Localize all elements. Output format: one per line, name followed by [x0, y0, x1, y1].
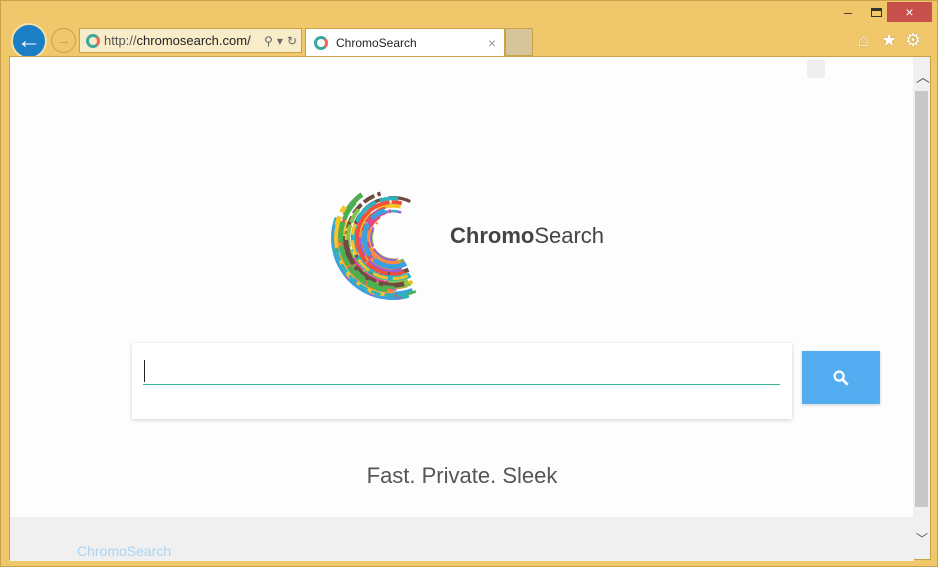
forward-button[interactable]: →: [51, 28, 76, 53]
footer: ChromoSearch: [10, 517, 914, 561]
scroll-up-icon[interactable]: ︿: [916, 67, 930, 87]
new-tab-button[interactable]: [505, 28, 533, 56]
maximize-icon: [870, 8, 882, 17]
url-prefix: http://: [104, 33, 137, 48]
site-favicon: [86, 33, 100, 48]
url-text[interactable]: http://chromosearch.com/: [104, 33, 260, 48]
tab-favicon: [314, 35, 328, 50]
footer-link[interactable]: ChromoSearch: [77, 543, 171, 559]
brand-bold: Chromo: [450, 223, 535, 248]
background-image-icon[interactable]: [807, 60, 825, 78]
search-icon[interactable]: ⚲: [264, 34, 273, 48]
search-icon: [833, 370, 849, 386]
settings-icon[interactable]: ⚙: [905, 30, 921, 51]
dropdown-icon[interactable]: ▾: [277, 34, 283, 48]
close-button[interactable]: ×: [887, 2, 932, 22]
search-box: [132, 343, 792, 419]
page-content: ChromoSearch Fast. Private. Sleek Chromo…: [9, 56, 931, 561]
back-button[interactable]: ←: [11, 23, 47, 59]
refresh-icon[interactable]: ↻: [287, 34, 297, 48]
scrollbar-thumb[interactable]: [915, 91, 928, 507]
home-icon[interactable]: ⌂: [858, 30, 869, 51]
scrollbar[interactable]: ︿ ﹀: [913, 57, 930, 559]
search-input[interactable]: [143, 357, 780, 385]
tab-chromosearch[interactable]: ChromoSearch ×: [305, 28, 505, 56]
minimize-button[interactable]: –: [835, 4, 861, 22]
text-caret: [144, 360, 145, 382]
scroll-down-icon[interactable]: ﹀: [916, 530, 928, 547]
address-bar[interactable]: http://chromosearch.com/ ⚲ ▾ ↻: [79, 28, 302, 53]
brand-light: Search: [534, 223, 605, 248]
url-domain: chromosearch.com/: [136, 33, 251, 48]
tagline: Fast. Private. Sleek: [366, 463, 558, 488]
brand-name: ChromoSearch: [450, 223, 604, 249]
favorites-icon[interactable]: ★: [881, 30, 897, 51]
tab-close-icon[interactable]: ×: [488, 35, 496, 51]
search-button[interactable]: [802, 351, 880, 404]
maximize-button[interactable]: [863, 4, 889, 22]
tab-title: ChromoSearch: [336, 35, 417, 50]
chromosearch-logo: [331, 190, 417, 300]
